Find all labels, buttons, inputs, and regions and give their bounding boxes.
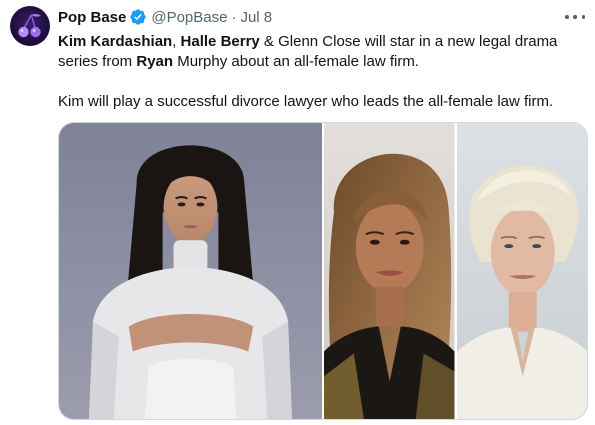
mention-ryan: Ryan [136, 53, 174, 70]
separator-dot: · [231, 8, 237, 26]
cherry-logo-icon [18, 13, 41, 38]
mention-kim: Kim Kardashian [58, 33, 173, 50]
tweet-text: Kim Kardashian, Halle Berry & Glenn Clos… [58, 32, 588, 112]
avatar[interactable] [10, 6, 50, 46]
display-name[interactable]: Pop Base [58, 9, 126, 26]
tweet-header: Pop Base @PopBase · Jul 8 [58, 7, 272, 27]
photo-kim-kardashian[interactable] [59, 123, 322, 419]
photo-halle-berry[interactable] [324, 123, 455, 419]
media-grid [58, 122, 588, 420]
verified-badge-icon[interactable] [129, 8, 147, 26]
tweet-paragraph-1: Kim Kardashian, Halle Berry & Glenn Clos… [58, 33, 558, 70]
tweet[interactable]: Pop Base @PopBase · Jul 8 Kim Kardashian… [0, 0, 595, 425]
photo-glenn-close[interactable] [456, 123, 587, 419]
timestamp[interactable]: Jul 8 [240, 9, 272, 26]
mention-halle: Halle Berry [180, 33, 260, 50]
more-options-button[interactable] [565, 8, 585, 26]
handle[interactable]: @PopBase [151, 9, 227, 26]
tweet-paragraph-2: Kim will play a successful divorce lawye… [58, 93, 554, 110]
ellipsis-icon [565, 15, 569, 19]
